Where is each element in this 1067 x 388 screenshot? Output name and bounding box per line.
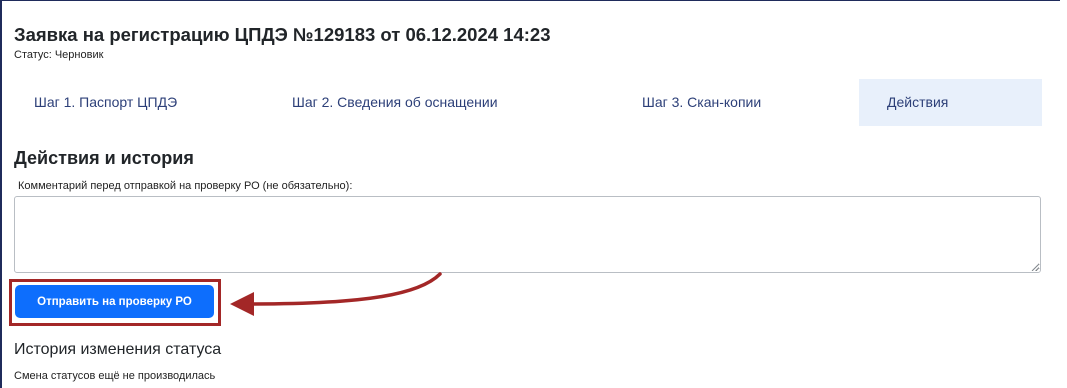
- tab-step-2-equipment[interactable]: Шаг 2. Сведения об оснащении: [292, 79, 498, 126]
- submit-for-review-button[interactable]: Отправить на проверку РО: [15, 285, 214, 318]
- page-title: Заявка на регистрацию ЦПДЭ №129183 от 06…: [14, 24, 551, 45]
- comment-label: Комментарий перед отправкой на проверку …: [18, 180, 353, 192]
- page-frame: [0, 0, 1060, 388]
- step-tabs: Шаг 1. Паспорт ЦПДЭ Шаг 2. Сведения об о…: [14, 79, 1042, 126]
- comment-textarea[interactable]: [14, 196, 1041, 273]
- tab-step-3-scans[interactable]: Шаг 3. Скан-копии: [642, 79, 761, 126]
- history-empty-text: Смена статусов ещё не производилась: [14, 370, 216, 382]
- resize-grip-icon[interactable]: [1031, 263, 1039, 271]
- status-value: Черновик: [54, 49, 104, 61]
- status-line: Статус: Черновик: [14, 49, 103, 61]
- actions-section-title: Действия и история: [14, 148, 194, 168]
- tab-actions[interactable]: Действия: [859, 79, 1042, 126]
- status-label: Статус:: [14, 49, 52, 61]
- tab-step-1-passport[interactable]: Шаг 1. Паспорт ЦПДЭ: [34, 79, 177, 126]
- annotation-arrow-icon: [230, 272, 442, 316]
- history-title: История изменения статуса: [14, 341, 222, 358]
